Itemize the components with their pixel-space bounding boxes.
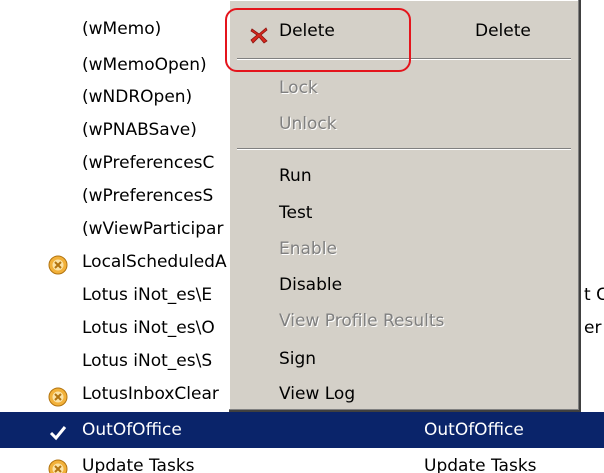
agent-row[interactable]: Update Tasks Update Tasks xyxy=(0,448,604,473)
agent-name: Update Tasks xyxy=(82,456,195,473)
menu-item-label: Disable xyxy=(279,275,343,295)
agent-name: OutOfOffice xyxy=(82,420,182,440)
menu-item-label: View Log xyxy=(279,384,356,404)
agent-extra-text: er xyxy=(584,318,602,338)
agent-name: Lotus iNot_es\O xyxy=(82,318,215,338)
menu-item-sign[interactable]: Sign xyxy=(229,341,577,377)
menu-item-run[interactable]: Run xyxy=(229,158,577,194)
agent-name: (wNDROpen) xyxy=(82,87,193,107)
agent-name: LotusInboxClear xyxy=(82,384,219,404)
menu-separator xyxy=(237,148,571,150)
menu-item-disable[interactable]: Disable xyxy=(229,267,577,303)
screen: (wMemo) (wMemoOpen) (wNDROpen) (wPNABSav… xyxy=(0,0,604,473)
menu-item-label: Lock xyxy=(279,78,318,98)
agent-name: LocalScheduledA xyxy=(82,252,227,272)
disabled-agent-icon xyxy=(48,384,68,407)
agent-extra-text: t C xyxy=(584,285,604,305)
agent-name: (wPreferencesS xyxy=(82,186,214,206)
menu-item-label: View Profile Results xyxy=(279,311,445,331)
menu-item-label: Unlock xyxy=(279,114,337,134)
menu-item-enable[interactable]: Enable xyxy=(229,231,577,267)
delete-x-icon xyxy=(249,22,269,44)
menu-item-label: Test xyxy=(279,203,313,223)
agent-name: (wViewParticipar xyxy=(82,219,224,239)
context-menu: Delete Delete Lock Unlock Run Test Enabl… xyxy=(229,0,581,412)
agent-name: Lotus iNot_es\E xyxy=(82,285,213,305)
agent-name: (wMemo) xyxy=(82,19,162,39)
agent-name: Lotus iNot_es\S xyxy=(82,351,213,371)
checkmark-icon xyxy=(48,420,68,441)
menu-item-label: Run xyxy=(279,166,312,186)
menu-item-label: Enable xyxy=(279,239,337,259)
menu-item-label: Delete xyxy=(279,21,335,41)
menu-item-unlock[interactable]: Unlock xyxy=(229,106,577,142)
disabled-agent-icon xyxy=(48,456,68,473)
menu-separator xyxy=(237,58,571,60)
menu-item-shortcut: Delete xyxy=(475,21,531,41)
agent-name: (wMemoOpen) xyxy=(82,55,207,75)
agent-alias: Update Tasks xyxy=(424,456,537,473)
menu-item-view-log[interactable]: View Log xyxy=(229,376,577,412)
agent-alias: OutOfOffice xyxy=(424,420,524,440)
menu-item-test[interactable]: Test xyxy=(229,195,577,231)
menu-item-lock[interactable]: Lock xyxy=(229,70,577,106)
agent-name: (wPNABSave) xyxy=(82,120,197,140)
agent-name: (wPreferencesC xyxy=(82,153,215,173)
menu-item-label: Sign xyxy=(279,349,317,369)
menu-item-view-profile-results[interactable]: View Profile Results xyxy=(229,303,577,339)
menu-item-delete[interactable]: Delete Delete xyxy=(229,13,577,49)
agent-row-selected[interactable]: OutOfOffice OutOfOffice xyxy=(0,412,604,448)
disabled-agent-icon xyxy=(48,252,68,275)
